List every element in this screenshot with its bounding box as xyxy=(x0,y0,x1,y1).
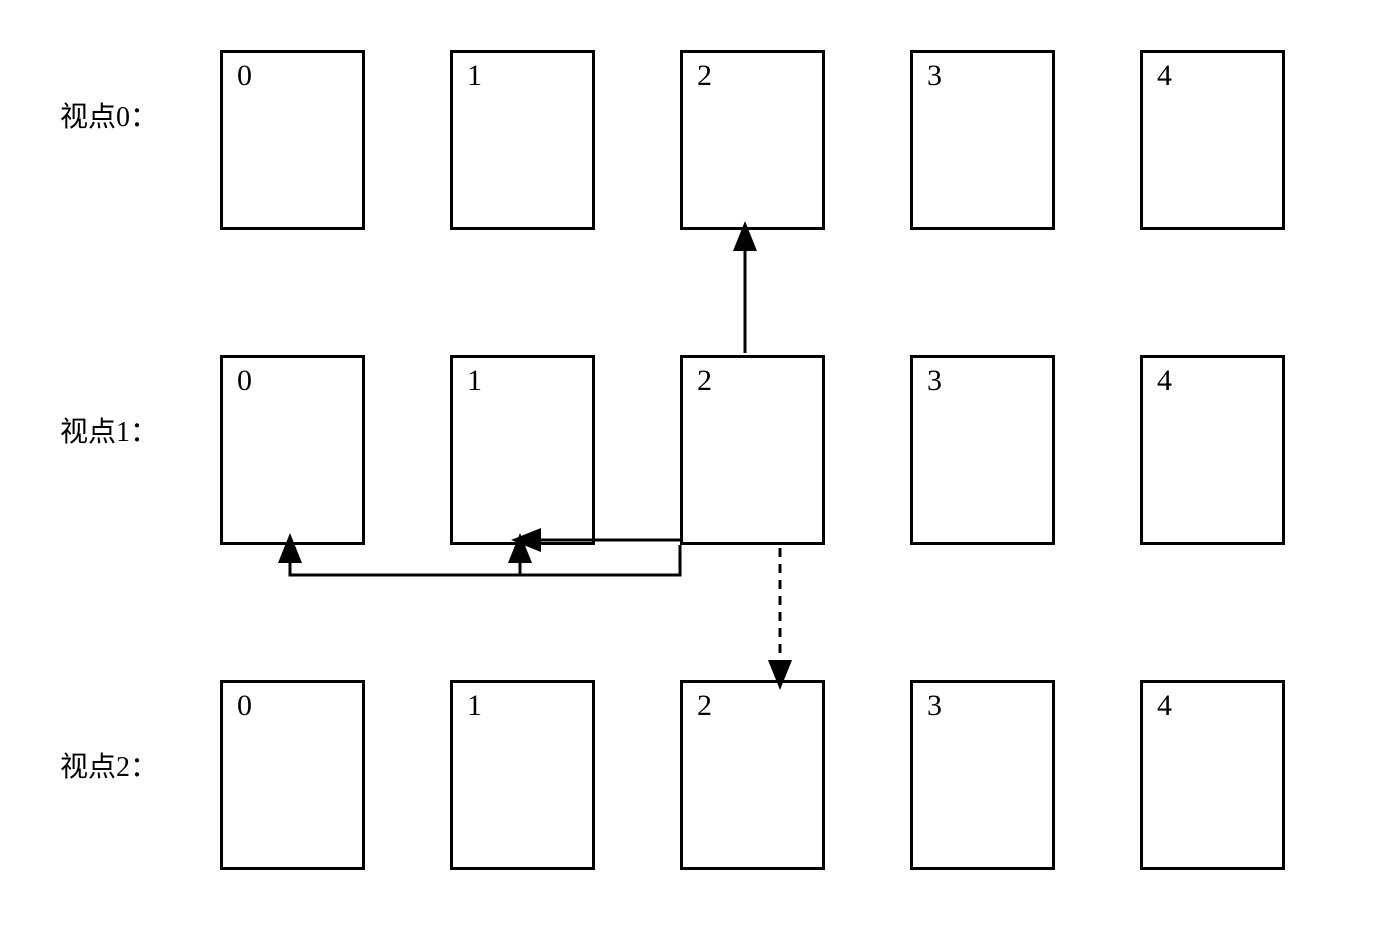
frame-num: 1 xyxy=(467,364,482,398)
frame-r1-c2: 2 xyxy=(680,355,825,545)
frame-num: 0 xyxy=(237,689,252,723)
frame-r2-c3: 3 xyxy=(910,680,1055,870)
frame-r2-c1: 1 xyxy=(450,680,595,870)
frame-num: 2 xyxy=(697,59,712,93)
row-label-2: 视点2： xyxy=(60,745,158,785)
frame-r1-c4: 4 xyxy=(1140,355,1285,545)
frame-num: 3 xyxy=(927,59,942,93)
frame-num: 0 xyxy=(237,364,252,398)
frame-num: 4 xyxy=(1157,59,1172,93)
frame-r0-c1: 1 xyxy=(450,50,595,230)
frame-r1-c1: 1 xyxy=(450,355,595,545)
frame-num: 4 xyxy=(1157,364,1172,398)
frame-r2-c4: 4 xyxy=(1140,680,1285,870)
frame-num: 3 xyxy=(927,689,942,723)
frame-r2-c0: 0 xyxy=(220,680,365,870)
frame-num: 3 xyxy=(927,364,942,398)
frame-r0-c0: 0 xyxy=(220,50,365,230)
arrow-branch2-icon xyxy=(290,545,680,575)
frame-num: 1 xyxy=(467,59,482,93)
row-label-0: 视点0： xyxy=(60,95,158,135)
frame-r0-c2: 2 xyxy=(680,50,825,230)
frame-r0-c4: 4 xyxy=(1140,50,1285,230)
frame-num: 2 xyxy=(697,689,712,723)
frame-num: 4 xyxy=(1157,689,1172,723)
frame-r1-c3: 3 xyxy=(910,355,1055,545)
row-label-1: 视点1： xyxy=(60,410,158,450)
frame-r2-c2: 2 xyxy=(680,680,825,870)
frame-r1-c0: 0 xyxy=(220,355,365,545)
frame-num: 2 xyxy=(697,364,712,398)
frame-num: 0 xyxy=(237,59,252,93)
frame-num: 1 xyxy=(467,689,482,723)
frame-r0-c3: 3 xyxy=(910,50,1055,230)
